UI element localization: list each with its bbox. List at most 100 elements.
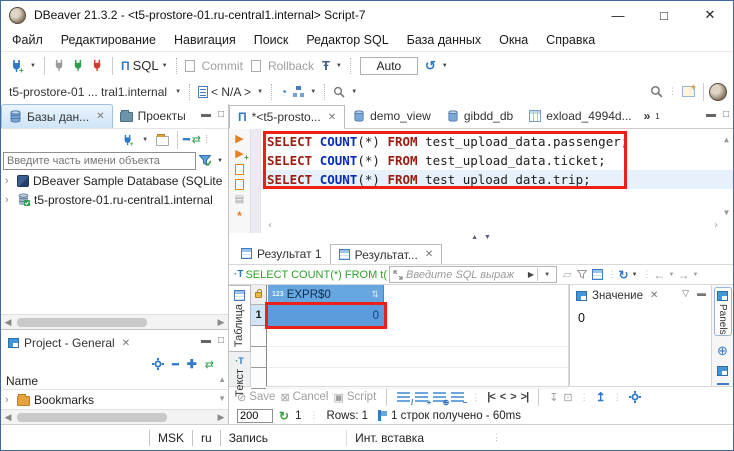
dropdown-arrow[interactable]: ▼ xyxy=(544,272,550,278)
result-grid[interactable]: 123 EXPR$0 ⇅ 1 0 xyxy=(251,285,569,386)
filter-icon[interactable] xyxy=(199,155,211,166)
dropdown-arrow[interactable]: ▼ xyxy=(142,137,148,143)
minimize-panel-icon[interactable]: ▬ xyxy=(697,288,706,299)
sql-editor-label[interactable]: SQL xyxy=(133,59,159,72)
rollback-button[interactable]: Rollback xyxy=(268,59,314,73)
invalidate-connection-icon[interactable] xyxy=(91,59,104,72)
tab-overflow-button[interactable]: »1 xyxy=(640,104,664,128)
minimize-panel-icon[interactable]: ▬ xyxy=(201,109,211,120)
tab-result-1[interactable]: Результат 1 xyxy=(233,243,330,264)
sort-filter-icon[interactable]: ⇅ xyxy=(371,289,379,300)
menu-database[interactable]: База данных xyxy=(398,33,490,47)
project-name-column-header[interactable]: Name ▲ xyxy=(1,373,228,390)
script-button[interactable]: ▣Script xyxy=(333,391,376,404)
tab-result-2[interactable]: Результат... ✕ xyxy=(330,244,443,265)
maximize-editor-icon[interactable]: □ xyxy=(723,109,729,120)
scroll-left-icon[interactable]: ◀ xyxy=(1,317,15,328)
collapse-all-icon[interactable]: ━ xyxy=(183,133,190,146)
prev-row-icon[interactable]: < xyxy=(500,391,505,403)
menu-file[interactable]: Файл xyxy=(3,33,52,47)
dashboard-icon[interactable]: ◔ xyxy=(280,85,287,99)
menu-sql-editor[interactable]: Редактор SQL xyxy=(297,33,397,47)
dropdown-arrow[interactable]: ▼ xyxy=(692,272,698,278)
open-perspective-icon[interactable] xyxy=(682,86,695,97)
value-viewer-panel-icon[interactable] xyxy=(717,366,728,376)
quick-search-icon[interactable] xyxy=(650,85,663,98)
duplicate-row-icon[interactable]: ⊕ xyxy=(433,392,446,403)
editor-settings-icon[interactable]: * xyxy=(237,209,242,223)
transaction-history-icon[interactable]: ↺ xyxy=(425,58,436,74)
collapse-all-icon[interactable]: ━ xyxy=(172,358,179,371)
sql-code-area[interactable]: SELECT COUNT(*) FROM test_upload_data.pa… xyxy=(261,129,733,233)
value-panel-content[interactable]: 0 xyxy=(570,306,711,325)
tab-project-general[interactable]: Project - General ✕ xyxy=(1,331,137,355)
maximize-panel-icon[interactable]: □ xyxy=(218,109,224,120)
active-database-combo[interactable]: < N/A > xyxy=(211,85,251,99)
dropdown-arrow[interactable]: ▼ xyxy=(442,63,448,69)
grouping-panel-icon[interactable]: ⊕ xyxy=(717,343,728,359)
dropdown-arrow[interactable]: ▼ xyxy=(310,89,316,95)
minimize-panel-icon[interactable]: ▬ xyxy=(201,335,211,346)
splitter-down-icon[interactable]: ▼ xyxy=(484,234,491,241)
fetch-size-input[interactable] xyxy=(237,409,273,423)
tree-item-bookmarks[interactable]: › Bookmarks ▼ xyxy=(1,390,228,409)
close-icon[interactable]: ✕ xyxy=(650,290,658,301)
result-filter-input[interactable]: Введите SQL выраж ▶ ▼ xyxy=(389,266,557,283)
disconnect-icon[interactable] xyxy=(53,59,66,72)
next-row-icon[interactable]: > xyxy=(510,391,515,403)
scrollbar-thumb[interactable] xyxy=(17,318,147,327)
edit-cell-icon[interactable]: / xyxy=(397,392,410,403)
menu-help[interactable]: Справка xyxy=(537,33,604,47)
execute-statement-icon[interactable]: ▶ xyxy=(235,134,243,145)
expand-chevron-icon[interactable]: › xyxy=(5,394,13,406)
view-menu-icon[interactable]: ⁞ xyxy=(205,134,208,146)
maximize-button[interactable]: □ xyxy=(641,1,687,29)
execute-script-new-tab-icon[interactable] xyxy=(235,179,244,190)
scroll-up-icon[interactable]: ▲ xyxy=(218,375,226,384)
menu-navigation[interactable]: Навигация xyxy=(165,33,245,47)
link-with-editor-icon[interactable]: ⇄ xyxy=(192,133,201,146)
dropdown-arrow[interactable]: ▼ xyxy=(669,272,675,278)
timezone-indicator[interactable]: MSK xyxy=(150,431,192,445)
search-icon[interactable] xyxy=(333,86,345,98)
refresh-icon[interactable]: ↻ xyxy=(619,268,629,282)
dropdown-arrow[interactable]: ▼ xyxy=(217,158,223,164)
commit-button[interactable]: Commit xyxy=(202,59,243,73)
last-row-icon[interactable]: >| xyxy=(521,391,529,403)
maximize-panel-icon[interactable]: □ xyxy=(218,335,224,346)
dropdown-arrow[interactable]: ▼ xyxy=(257,89,263,95)
first-row-icon[interactable]: |< xyxy=(487,391,495,403)
tab-gibdd-db[interactable]: gibdd_db xyxy=(439,104,521,128)
reconnect-icon[interactable] xyxy=(72,59,85,72)
dropdown-arrow[interactable]: ▼ xyxy=(351,89,357,95)
grid-refresh-icon[interactable] xyxy=(592,269,603,280)
execute-new-tab-icon[interactable]: ▶+ xyxy=(235,149,243,160)
explain-plan-icon[interactable]: ▤ xyxy=(235,194,244,205)
scroll-left-icon[interactable]: ◀ xyxy=(1,412,15,423)
new-connection-icon[interactable]: + xyxy=(122,134,134,146)
dbeaver-perspective-icon[interactable] xyxy=(709,83,727,101)
tab-exload-table[interactable]: exload_4994d... xyxy=(521,104,639,128)
new-connection-icon[interactable]: + xyxy=(10,59,24,73)
delete-row-icon[interactable]: − xyxy=(451,392,464,403)
nav-back-icon[interactable]: ← xyxy=(654,268,666,282)
transaction-log-icon[interactable]: Ŧ xyxy=(322,58,330,73)
apply-filter-icon[interactable]: ▶ xyxy=(528,270,534,279)
scroll-down-icon[interactable]: ▼ xyxy=(724,208,729,217)
tree-item-prostore-connection[interactable]: › t5-prostore-01.ru-central1.internal xyxy=(1,190,228,209)
results-settings-gear-icon[interactable] xyxy=(629,391,641,403)
scroll-left-icon[interactable]: ‹ xyxy=(267,220,273,231)
panels-toggle-button[interactable]: Panels xyxy=(714,287,732,336)
expand-icon[interactable] xyxy=(393,270,403,280)
tab-sql-script[interactable]: Π *<t5-prosto... ✕ xyxy=(229,105,345,129)
settings-gear-icon[interactable] xyxy=(152,358,164,370)
sql-editor-icon[interactable]: Π xyxy=(121,59,130,73)
close-icon[interactable]: ✕ xyxy=(96,111,104,122)
scrollbar-thumb[interactable] xyxy=(17,413,167,422)
fetch-all-icon[interactable]: ⊡ xyxy=(563,391,572,404)
export-icon[interactable]: ↥ xyxy=(596,390,606,404)
expand-chevron-icon[interactable]: › xyxy=(5,194,13,206)
pin-icon[interactable] xyxy=(378,410,381,421)
menu-window[interactable]: Окна xyxy=(490,33,537,47)
close-icon[interactable]: ✕ xyxy=(328,112,336,123)
